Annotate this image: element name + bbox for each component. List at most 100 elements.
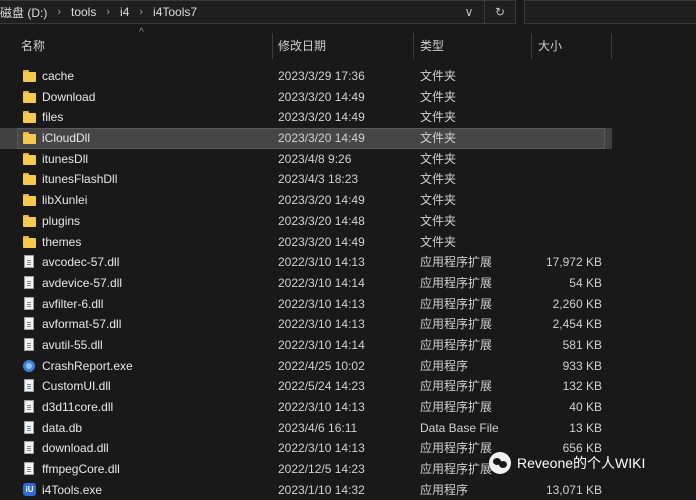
file-type: 文件夹 xyxy=(420,234,457,249)
file-modified-date: 2022/5/24 14:23 xyxy=(278,379,365,394)
file-row[interactable]: avfilter-6.dll 2022/3/10 14:13 应用程序扩展 2,260… xyxy=(0,294,612,315)
file-name: avdevice-57.dll xyxy=(42,275,123,290)
file-type: 文件夹 xyxy=(420,110,457,125)
file-icon xyxy=(23,294,36,314)
file-type: 应用程序扩展 xyxy=(420,462,493,477)
file-modified-date: 2023/3/29 17:36 xyxy=(278,69,365,83)
file-name: avutil-55.dll xyxy=(42,337,103,352)
file-row[interactable]: CrashReport.exe 2022/4/25 10:02 应用程序 933 KB xyxy=(0,356,612,377)
file-row[interactable]: avcodec-57.dll 2022/3/10 14:13 应用程序扩展 17,97… xyxy=(0,252,612,273)
file-name: download.dll xyxy=(42,441,109,456)
column-divider[interactable] xyxy=(413,33,414,59)
file-row[interactable]: cache 2023/3/29 17:36 文件夹 xyxy=(0,66,612,87)
file-name: itunesFlashDll xyxy=(42,172,118,187)
file-modified-date: 2023/3/20 14:49 xyxy=(278,234,365,249)
file-row[interactable]: avformat-57.dll 2022/3/10 14:13 应用程序扩展 2,45… xyxy=(0,314,612,335)
file-row[interactable]: Download 2023/3/20 14:49 文件夹 xyxy=(0,87,612,108)
file-row[interactable]: CustomUI.dll 2022/5/24 14:23 应用程序扩展 132 KB xyxy=(0,376,612,397)
file-row[interactable]: itunesDll 2023/4/8 9:26 文件夹 xyxy=(0,149,612,170)
file-name: avformat-57.dll xyxy=(42,317,122,332)
file-modified-date: 2023/3/20 14:48 xyxy=(278,213,365,228)
breadcrumb-drive[interactable]: 磁盘 (D:) xyxy=(0,4,47,21)
file-name: iCloudDll xyxy=(42,131,91,146)
address-bar[interactable]: 磁盘 (D:) › tools › i4 › i4Tools7 ∨ ↻ xyxy=(0,0,516,24)
file-type: 应用程序 xyxy=(420,358,469,373)
file-row[interactable]: data.db 2023/4/6 16:11 Data Base File 13 KB xyxy=(0,418,612,439)
watermark-text: Reveone的个人WIKI xyxy=(517,455,646,471)
file-type: Data Base File xyxy=(420,420,499,435)
file-name: Download xyxy=(42,89,96,104)
file-size: 132 KB xyxy=(562,379,602,394)
column-divider[interactable] xyxy=(272,33,273,59)
file-name: libXunlei xyxy=(42,193,88,208)
refresh-icon[interactable]: ↻ xyxy=(485,1,515,23)
file-modified-date: 2023/3/20 14:49 xyxy=(278,110,365,125)
file-modified-date: 2022/12/5 14:23 xyxy=(278,462,365,477)
file-type: 应用程序扩展 xyxy=(420,337,493,352)
file-type: 文件夹 xyxy=(420,172,457,187)
file-name: data.db xyxy=(42,420,83,435)
file-modified-date: 2023/3/20 14:49 xyxy=(278,131,365,146)
breadcrumb-i4tools7[interactable]: i4Tools7 xyxy=(153,5,197,19)
file-name: files xyxy=(42,110,64,125)
column-divider[interactable] xyxy=(531,33,532,59)
file-type: 文件夹 xyxy=(420,131,457,146)
file-size: 40 KB xyxy=(569,400,602,414)
file-type: 应用程序扩展 xyxy=(420,275,493,290)
file-modified-date: 2023/4/8 9:26 xyxy=(278,151,352,166)
file-modified-date: 2022/3/10 14:13 xyxy=(278,317,365,332)
column-header-modified[interactable]: 修改日期 xyxy=(278,33,326,59)
file-row[interactable]: files 2023/3/20 14:49 文件夹 xyxy=(0,107,612,128)
folder-icon xyxy=(23,211,36,231)
file-type: 文件夹 xyxy=(420,89,457,104)
file-name: d3d11core.dll xyxy=(42,400,114,414)
file-modified-date: 2023/4/3 18:23 xyxy=(278,172,359,187)
search-input[interactable] xyxy=(524,0,696,24)
file-row[interactable]: libXunlei 2023/3/20 14:49 文件夹 xyxy=(0,190,612,211)
file-size: 2,454 KB xyxy=(552,317,602,332)
file-modified-date: 2022/3/10 14:13 xyxy=(278,296,365,311)
file-name: cache xyxy=(42,69,75,83)
folder-icon xyxy=(23,149,36,169)
file-row[interactable]: d3d11core.dll 2022/3/10 14:13 应用程序扩展 40 KB xyxy=(0,397,612,418)
breadcrumb-i4[interactable]: i4 xyxy=(120,5,129,19)
file-type: 应用程序扩展 xyxy=(420,255,493,270)
file-size: 54 KB xyxy=(569,275,602,290)
file-list: cache 2023/3/29 17:36 文件夹 Download 2023/3/20… xyxy=(0,66,612,500)
breadcrumb-tools[interactable]: tools xyxy=(71,5,96,19)
file-size: 581 KB xyxy=(562,337,602,352)
file-row[interactable]: avutil-55.dll 2022/3/10 14:14 应用程序扩展 581 KB xyxy=(0,335,612,356)
file-name: ffmpegCore.dll xyxy=(42,462,120,477)
file-type: 文件夹 xyxy=(420,193,457,208)
file-name: avfilter-6.dll xyxy=(42,296,104,311)
file-name: plugins xyxy=(42,213,81,228)
file-icon xyxy=(23,335,36,355)
file-icon xyxy=(23,273,36,293)
file-size: 2,260 KB xyxy=(552,296,602,311)
file-row[interactable]: avdevice-57.dll 2022/3/10 14:14 应用程序扩展 54 K… xyxy=(0,273,612,294)
file-icon xyxy=(23,397,36,417)
sort-ascending-icon: ^ xyxy=(139,27,144,38)
file-modified-date: 2022/3/10 14:14 xyxy=(278,275,365,290)
folder-icon xyxy=(23,87,36,107)
chevron-down-icon[interactable]: ∨ xyxy=(454,1,484,23)
file-row[interactable]: themes 2023/3/20 14:49 文件夹 xyxy=(0,232,612,253)
file-name: CustomUI.dll xyxy=(42,379,111,394)
column-header-size[interactable]: 大小 xyxy=(538,33,562,59)
breadcrumb-separator-icon: › xyxy=(57,6,61,18)
file-modified-date: 2022/3/10 14:14 xyxy=(278,337,365,352)
column-header-type[interactable]: 类型 xyxy=(420,33,444,59)
column-header-name[interactable]: 名称 xyxy=(21,33,45,59)
file-icon xyxy=(23,459,36,479)
column-header: ^ 名称 修改日期 类型 大小 xyxy=(0,27,612,59)
file-name: itunesDll xyxy=(42,151,89,166)
file-row[interactable]: iCloudDll 2023/3/20 14:49 文件夹 xyxy=(0,128,612,149)
breadcrumb-separator-icon: › xyxy=(106,6,111,18)
file-modified-date: 2023/3/20 14:49 xyxy=(278,89,365,104)
file-row[interactable]: plugins 2023/3/20 14:48 文件夹 xyxy=(0,211,612,232)
column-divider[interactable] xyxy=(611,33,612,59)
file-modified-date: 2022/3/10 14:13 xyxy=(278,255,365,270)
folder-icon xyxy=(23,107,36,127)
file-icon xyxy=(23,376,36,396)
file-row[interactable]: itunesFlashDll 2023/4/3 18:23 文件夹 xyxy=(0,169,612,190)
